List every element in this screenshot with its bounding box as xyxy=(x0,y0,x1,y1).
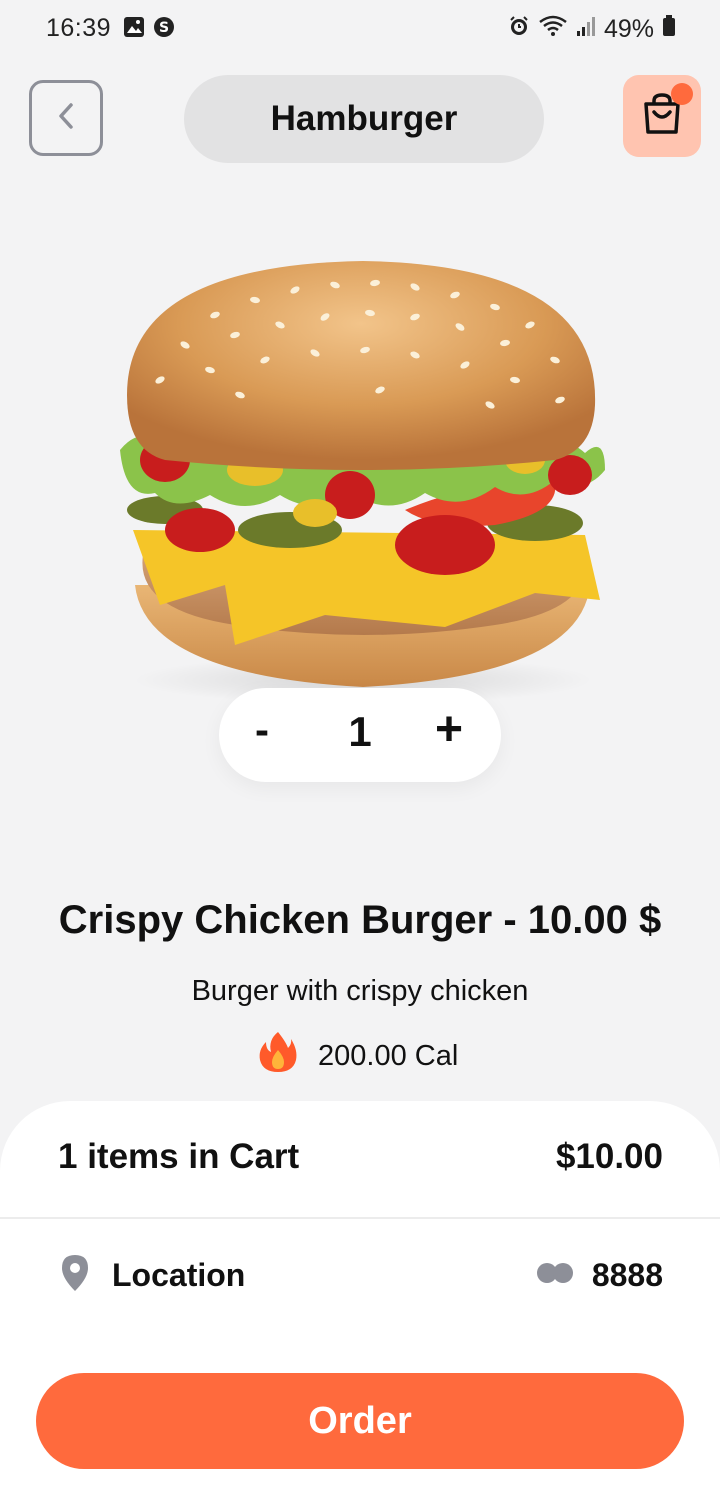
status-bar: 16:39 S 49% xyxy=(0,0,720,58)
quantity-increase-button[interactable]: + xyxy=(435,702,463,757)
location-label: Location xyxy=(112,1257,246,1293)
chevron-left-icon xyxy=(54,101,78,136)
status-time: 16:39 xyxy=(46,14,112,42)
product-description: Burger with crispy chicken xyxy=(191,975,529,1007)
back-button[interactable] xyxy=(29,80,103,156)
order-button[interactable]: Order xyxy=(36,1373,684,1469)
alarm-icon xyxy=(508,15,530,44)
cart-items-label: 1 items in Cart xyxy=(58,1137,300,1176)
svg-text:S: S xyxy=(159,20,169,36)
cart-total: $10.00 xyxy=(555,1137,663,1176)
signal-icon xyxy=(576,15,596,44)
calories-info: 200.00 Cal xyxy=(258,1030,458,1082)
product-title: Crispy Chicken Burger - 10.00 $ xyxy=(58,898,662,942)
cart-notification-dot xyxy=(671,83,693,105)
status-right: 49% xyxy=(508,14,676,45)
location-selector[interactable]: Location xyxy=(60,1254,245,1297)
quantity-value: 1 xyxy=(348,708,372,755)
quantity-decrease-button[interactable]: - xyxy=(255,706,269,754)
cart-button[interactable] xyxy=(623,75,701,157)
points-value: 8888 xyxy=(591,1257,663,1293)
coins-icon xyxy=(536,1262,574,1289)
page-title-text: Hamburger xyxy=(270,99,458,138)
calories-value: 200.00 Cal xyxy=(318,1039,459,1072)
quantity-stepper: - 1 + xyxy=(219,688,501,782)
s-app-icon: S xyxy=(153,16,175,45)
wifi-icon xyxy=(538,14,568,45)
location-pin-icon xyxy=(60,1254,90,1297)
battery-percent: 49% xyxy=(603,15,654,43)
fire-icon xyxy=(258,1030,298,1082)
page-title: Hamburger xyxy=(184,75,544,163)
product-image xyxy=(115,255,610,704)
points-balance: 8888 xyxy=(536,1257,663,1294)
gallery-icon xyxy=(123,16,145,45)
divider xyxy=(0,1217,720,1219)
battery-icon xyxy=(662,15,676,44)
